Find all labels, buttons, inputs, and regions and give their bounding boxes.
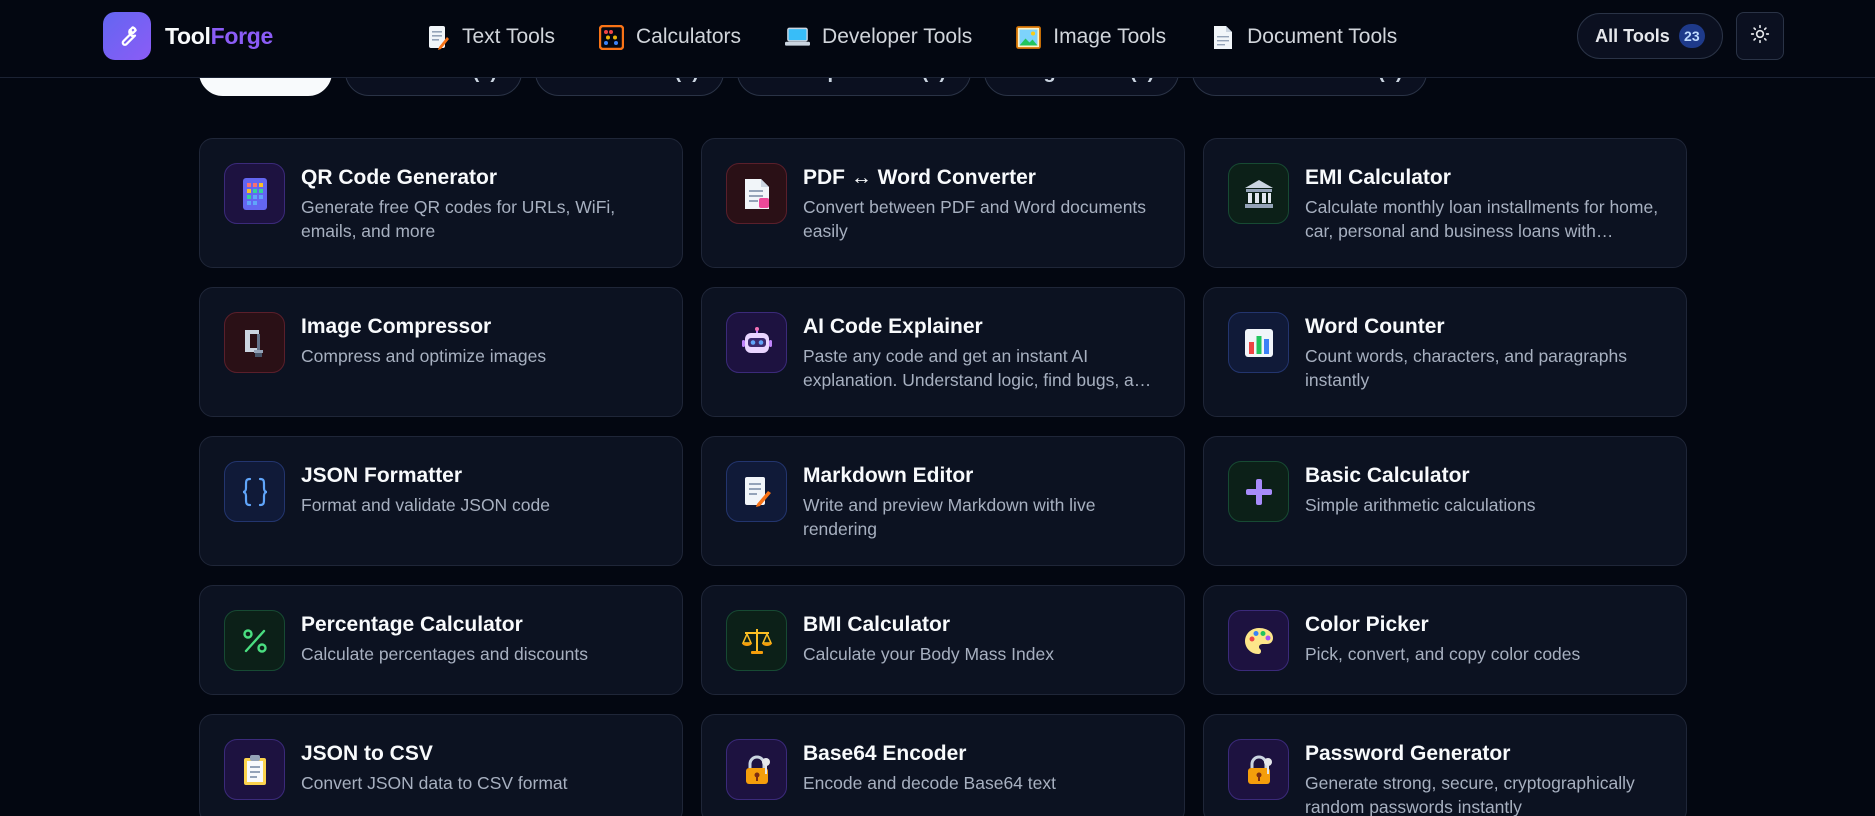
nav-item-image-tools[interactable]: Image Tools bbox=[1016, 20, 1166, 54]
robot-icon bbox=[726, 312, 787, 373]
tool-card[interactable]: Base64 Encoder Encode and decode Base64 t… bbox=[701, 714, 1185, 816]
tool-card-title: Basic Calculator bbox=[1305, 464, 1470, 487]
tool-card[interactable]: Percentage Calculator Calculate percentag… bbox=[199, 585, 683, 695]
tool-card-title: EMI Calculator bbox=[1305, 166, 1451, 189]
tool-card[interactable]: QR Code Generator Generate free QR codes … bbox=[199, 138, 683, 268]
memo-icon bbox=[726, 461, 787, 522]
tool-card-title: JSON Formatter bbox=[301, 464, 463, 487]
brand-name: ToolForge bbox=[165, 22, 274, 49]
tool-card-title: Word Counter bbox=[1305, 315, 1445, 338]
tool-card-title: Image Compressor bbox=[301, 315, 492, 338]
tool-card-description: Compress and optimize images bbox=[301, 346, 547, 366]
tool-card-title: Color Picker bbox=[1305, 613, 1429, 636]
tool-card-description: Convert between PDF and Word documents e… bbox=[803, 197, 1147, 241]
nav-item-document-tools[interactable]: Document Tools bbox=[1210, 20, 1397, 54]
tool-card-title: Markdown Editor bbox=[803, 464, 974, 487]
laptop-icon bbox=[785, 25, 811, 50]
tool-card-description: Paste any code and get an instant AI exp… bbox=[803, 346, 1154, 390]
tool-card-title: Percentage Calculator bbox=[301, 613, 523, 636]
top-navigation-bar: ToolForge Text Tools Calculators Develop… bbox=[0, 0, 1875, 78]
tool-card[interactable]: Image Compressor Compress and optimize im… bbox=[199, 287, 683, 417]
tool-count-badge: 23 bbox=[1678, 24, 1705, 48]
document-icon bbox=[1210, 25, 1235, 50]
tool-card[interactable]: Basic Calculator Simple arithmetic calcul… bbox=[1203, 436, 1687, 566]
nav-item-label: Text Tools bbox=[462, 25, 555, 48]
memo-icon bbox=[425, 25, 450, 50]
document-convert-icon bbox=[726, 163, 787, 224]
wrench-icon bbox=[103, 12, 151, 60]
all-tools-label: All Tools bbox=[1595, 25, 1670, 46]
lock-key-icon bbox=[726, 739, 787, 800]
tool-card[interactable]: Word Counter Count words, characters, and… bbox=[1203, 287, 1687, 417]
lock-key-icon bbox=[1228, 739, 1289, 800]
tool-card-title: Base64 Encoder bbox=[803, 742, 967, 765]
tool-card-description: Calculate your Body Mass Index bbox=[803, 644, 1054, 664]
tool-card-description: Pick, convert, and copy color codes bbox=[1305, 644, 1581, 664]
tool-card[interactable]: JSON Formatter Format and validate JSON c… bbox=[199, 436, 683, 566]
tool-card[interactable]: PDF ↔ Word Converter Convert between PDF … bbox=[701, 138, 1185, 268]
tool-card-title: JSON to CSV bbox=[301, 742, 433, 765]
bank-icon bbox=[1228, 163, 1289, 224]
tool-card-description: Calculate percentages and discounts bbox=[301, 644, 588, 664]
tool-card[interactable]: BMI Calculator Calculate your Body Mass I… bbox=[701, 585, 1185, 695]
tool-card-title: Password Generator bbox=[1305, 742, 1511, 765]
braces-icon bbox=[224, 461, 285, 522]
clamp-icon bbox=[224, 312, 285, 373]
tool-card-description: Generate free QR codes for URLs, WiFi, e… bbox=[301, 197, 616, 241]
tool-card-description: Format and validate JSON code bbox=[301, 495, 551, 515]
tool-card-description: Encode and decode Base64 text bbox=[803, 773, 1056, 793]
brand-logo-link[interactable]: ToolForge bbox=[103, 12, 273, 60]
tool-card[interactable]: JSON to CSV Convert JSON data to CSV form… bbox=[199, 714, 683, 816]
main-nav: Text Tools Calculators Developer Tools I… bbox=[425, 20, 1397, 54]
tool-card[interactable]: Color Picker Pick, convert, and copy colo… bbox=[1203, 585, 1687, 695]
nav-item-label: Image Tools bbox=[1053, 25, 1167, 48]
clipboard-icon bbox=[224, 739, 285, 800]
tool-card[interactable]: Markdown Editor Write and preview Markdow… bbox=[701, 436, 1185, 566]
tool-card[interactable]: Password Generator Generate strong, secur… bbox=[1203, 714, 1687, 816]
nav-item-label: Document Tools bbox=[1247, 25, 1398, 48]
tool-card-title: BMI Calculator bbox=[803, 613, 951, 636]
scales-icon bbox=[726, 610, 787, 671]
abacus-icon bbox=[599, 24, 624, 50]
tool-card-description: Generate strong, secure, cryptographical… bbox=[1305, 773, 1635, 816]
nav-item-developer-tools[interactable]: Developer Tools bbox=[785, 20, 972, 54]
bar-chart-icon bbox=[1228, 312, 1289, 373]
tool-card-title: AI Code Explainer bbox=[803, 315, 983, 338]
qr-code-icon bbox=[224, 163, 285, 224]
tool-card[interactable]: EMI Calculator Calculate monthly loan ins… bbox=[1203, 138, 1687, 268]
palette-icon bbox=[1228, 610, 1289, 671]
tool-card-title: PDF ↔ Word Converter bbox=[803, 166, 1036, 189]
nav-item-text-tools[interactable]: Text Tools bbox=[425, 20, 555, 54]
nav-item-label: Developer Tools bbox=[822, 25, 973, 48]
tool-grid: QR Code Generator Generate free QR codes … bbox=[199, 138, 1687, 816]
picture-icon bbox=[1016, 25, 1042, 50]
tool-card-description: Count words, characters, and paragraphs … bbox=[1305, 346, 1627, 390]
tool-card-description: Write and preview Markdown with live ren… bbox=[803, 495, 1096, 539]
tool-card-description: Convert JSON data to CSV format bbox=[301, 773, 568, 793]
tool-card[interactable]: AI Code Explainer Paste any code and get … bbox=[701, 287, 1185, 417]
sun-icon bbox=[1750, 24, 1770, 49]
plus-icon bbox=[1228, 461, 1289, 522]
percent-icon bbox=[224, 610, 285, 671]
nav-item-calculators[interactable]: Calculators bbox=[599, 20, 741, 54]
all-tools-button[interactable]: All Tools 23 bbox=[1577, 13, 1723, 59]
tool-card-title: QR Code Generator bbox=[301, 166, 498, 189]
tool-card-description: Simple arithmetic calculations bbox=[1305, 495, 1536, 515]
tool-card-description: Calculate monthly loan installments for … bbox=[1305, 197, 1659, 241]
theme-toggle-button[interactable] bbox=[1736, 12, 1784, 60]
nav-item-label: Calculators bbox=[636, 25, 742, 48]
